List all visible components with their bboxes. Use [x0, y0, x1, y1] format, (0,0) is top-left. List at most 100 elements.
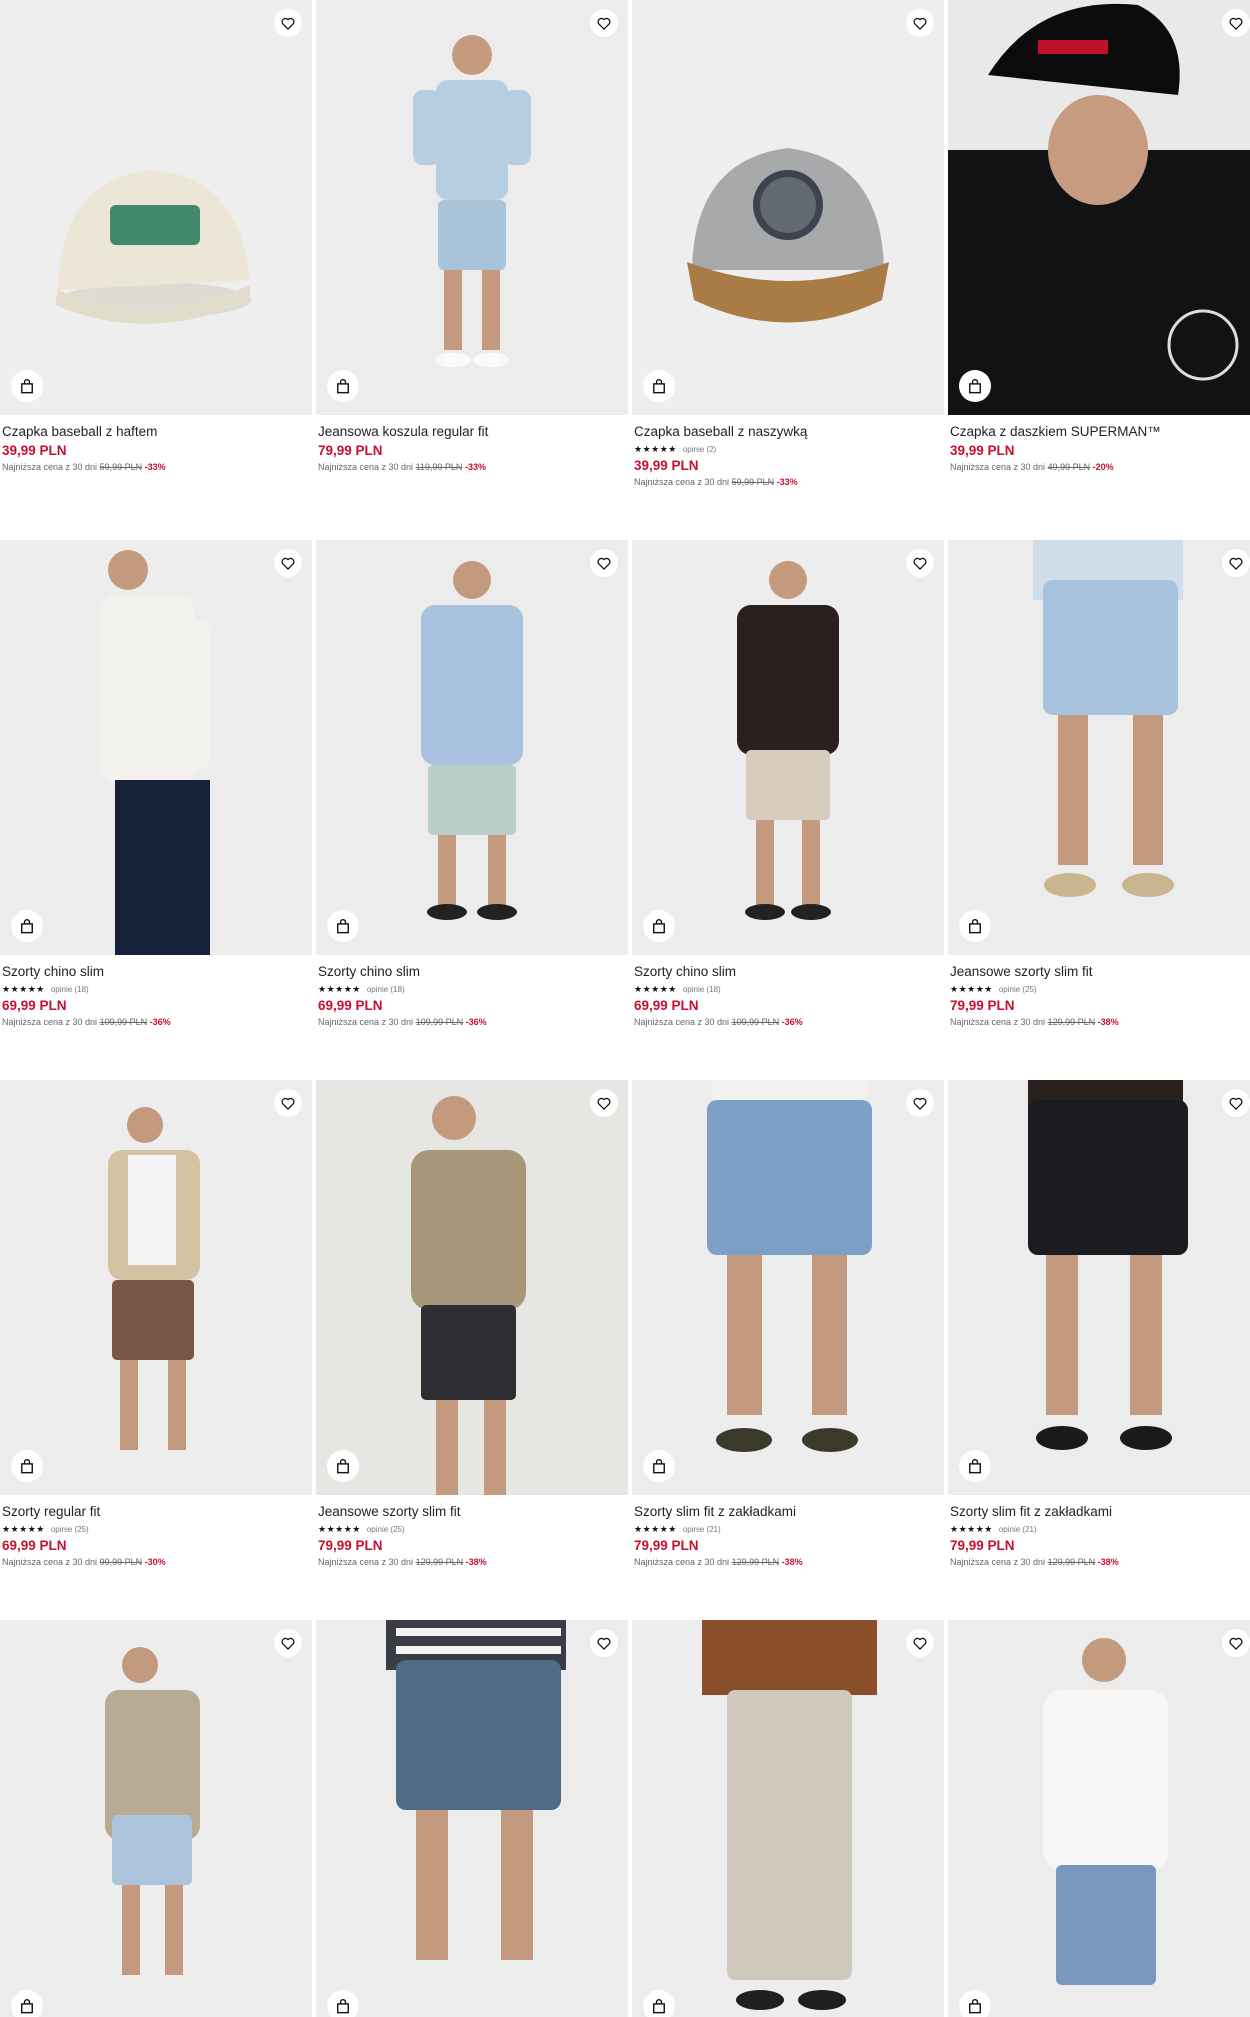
favorite-button[interactable]: [274, 1629, 302, 1657]
favorite-button[interactable]: [590, 1629, 618, 1657]
shopping-bag-icon: [337, 1999, 349, 2014]
product-info: Jeansowa koszula regular fit 79,99 PLN N…: [316, 415, 628, 474]
favorite-button[interactable]: [274, 549, 302, 577]
add-to-cart-button[interactable]: [327, 1450, 359, 1482]
product-name[interactable]: Jeansowa koszula regular fit: [318, 423, 626, 441]
product-card[interactable]: Jeansowe szorty slim fit ★★★★★ opinie (2…: [948, 540, 1250, 1029]
product-image[interactable]: [316, 1080, 628, 1495]
product-image[interactable]: [316, 0, 628, 415]
add-to-cart-button[interactable]: [11, 370, 43, 402]
favorite-button[interactable]: [590, 549, 618, 577]
add-to-cart-button[interactable]: [959, 1450, 991, 1482]
product-image[interactable]: [948, 540, 1250, 955]
add-to-cart-button[interactable]: [959, 1990, 991, 2017]
product-name[interactable]: Jeansowe szorty slim fit: [318, 1503, 626, 1521]
favorite-button[interactable]: [274, 1089, 302, 1117]
favorite-button[interactable]: [1222, 549, 1250, 577]
add-to-cart-button[interactable]: [327, 910, 359, 942]
add-to-cart-button[interactable]: [327, 370, 359, 402]
favorite-button[interactable]: [906, 9, 934, 37]
product-name[interactable]: Szorty chino slim: [318, 963, 626, 981]
product-name[interactable]: Szorty slim fit z zakładkami: [634, 1503, 942, 1521]
product-rating[interactable]: ★★★★★ opinie (25): [2, 1522, 310, 1536]
favorite-button[interactable]: [274, 9, 302, 37]
product-card[interactable]: Szorty chino slim ★★★★★ opinie (18) 69,9…: [632, 540, 944, 1029]
product-image[interactable]: [0, 1620, 312, 2017]
product-name[interactable]: Szorty chino slim: [2, 963, 310, 981]
favorite-button[interactable]: [906, 1089, 934, 1117]
product-card[interactable]: Szorty chino slim ★★★★★ opinie (18) 69,9…: [0, 540, 312, 1029]
product-rating[interactable]: ★★★★★ opinie (25): [318, 1522, 626, 1536]
product-image[interactable]: [948, 0, 1250, 415]
product-card[interactable]: Szorty slim fit z zakładkami ★★★★★ opini…: [948, 1080, 1250, 1569]
favorite-button[interactable]: [1222, 1089, 1250, 1117]
product-rating[interactable]: ★★★★★ opinie (21): [634, 1522, 942, 1536]
product-rating[interactable]: ★★★★★ opinie (21): [950, 1522, 1250, 1536]
product-photo: [687, 148, 889, 323]
product-card[interactable]: [316, 1620, 628, 2017]
product-image[interactable]: [0, 1080, 312, 1495]
product-photo: [707, 1080, 872, 1452]
lowest-price-label: Najniższa cena z 30 dni: [2, 1557, 100, 1567]
product-rating[interactable]: ★★★★★ opinie (18): [318, 982, 626, 996]
product-image[interactable]: [632, 0, 944, 415]
product-image[interactable]: [632, 540, 944, 955]
add-to-cart-button[interactable]: [959, 910, 991, 942]
lowest-price-info: Najniższa cena z 30 dni 109,99 PLN -36%: [318, 1015, 626, 1029]
add-to-cart-button[interactable]: [327, 1990, 359, 2017]
shopping-bag-icon: [653, 1999, 665, 2014]
product-card[interactable]: [948, 1620, 1250, 2017]
lowest-price-label: Najniższa cena z 30 dni: [318, 1017, 416, 1027]
product-name[interactable]: Czapka baseball z naszywką: [634, 423, 942, 441]
product-card[interactable]: Jeansowe szorty slim fit ★★★★★ opinie (2…: [316, 1080, 628, 1569]
product-card[interactable]: Szorty chino slim ★★★★★ opinie (18) 69,9…: [316, 540, 628, 1029]
product-card[interactable]: Jeansowa koszula regular fit 79,99 PLN N…: [316, 0, 628, 474]
lowest-price-label: Najniższa cena z 30 dni: [634, 1017, 732, 1027]
product-rating[interactable]: ★★★★★ opinie (2): [634, 442, 942, 456]
product-rating[interactable]: ★★★★★ opinie (18): [634, 982, 942, 996]
product-card[interactable]: Szorty regular fit ★★★★★ opinie (25) 69,…: [0, 1080, 312, 1569]
add-to-cart-button[interactable]: [643, 1450, 675, 1482]
favorite-button[interactable]: [590, 1089, 618, 1117]
product-image[interactable]: [948, 1080, 1250, 1495]
product-photo: [1043, 1638, 1168, 1985]
product-name[interactable]: Czapka baseball z haftem: [2, 423, 310, 441]
old-price: 119,99 PLN: [415, 462, 463, 472]
favorite-button[interactable]: [1222, 1629, 1250, 1657]
shopping-bag-icon: [21, 379, 33, 394]
product-name[interactable]: Jeansowe szorty slim fit: [950, 963, 1250, 981]
product-card[interactable]: [632, 1620, 944, 2017]
add-to-cart-button[interactable]: [11, 1450, 43, 1482]
product-image[interactable]: [0, 0, 312, 415]
add-to-cart-button[interactable]: [643, 370, 675, 402]
product-card[interactable]: Czapka baseball z haftem 39,99 PLN Najni…: [0, 0, 312, 474]
old-price: 109,99 PLN: [731, 1017, 780, 1027]
product-card[interactable]: Czapka baseball z naszywką ★★★★★ opinie …: [632, 0, 944, 489]
add-to-cart-button[interactable]: [959, 370, 991, 402]
product-image[interactable]: [632, 1620, 944, 2017]
add-to-cart-button[interactable]: [11, 910, 43, 942]
product-name[interactable]: Szorty slim fit z zakładkami: [950, 1503, 1250, 1521]
old-price: 129,99 PLN: [1047, 1557, 1096, 1567]
favorite-button[interactable]: [906, 1629, 934, 1657]
heart-icon: [913, 557, 927, 570]
add-to-cart-button[interactable]: [11, 1990, 43, 2017]
product-image[interactable]: [948, 1620, 1250, 2017]
product-image[interactable]: [316, 540, 628, 955]
add-to-cart-button[interactable]: [643, 910, 675, 942]
product-card[interactable]: Szorty slim fit z zakładkami ★★★★★ opini…: [632, 1080, 944, 1569]
product-name[interactable]: Czapka z daszkiem SUPERMAN™: [950, 423, 1250, 441]
product-name[interactable]: Szorty chino slim: [634, 963, 942, 981]
product-name[interactable]: Szorty regular fit: [2, 1503, 310, 1521]
add-to-cart-button[interactable]: [643, 1990, 675, 2017]
product-card[interactable]: [0, 1620, 312, 2017]
product-card[interactable]: Czapka z daszkiem SUPERMAN™ 39,99 PLN Na…: [948, 0, 1250, 474]
product-image[interactable]: [632, 1080, 944, 1495]
product-image[interactable]: [0, 540, 312, 955]
favorite-button[interactable]: [1222, 9, 1250, 37]
favorite-button[interactable]: [906, 549, 934, 577]
product-image[interactable]: [316, 1620, 628, 2017]
favorite-button[interactable]: [590, 9, 618, 37]
product-rating[interactable]: ★★★★★ opinie (25): [950, 982, 1250, 996]
product-rating[interactable]: ★★★★★ opinie (18): [2, 982, 310, 996]
